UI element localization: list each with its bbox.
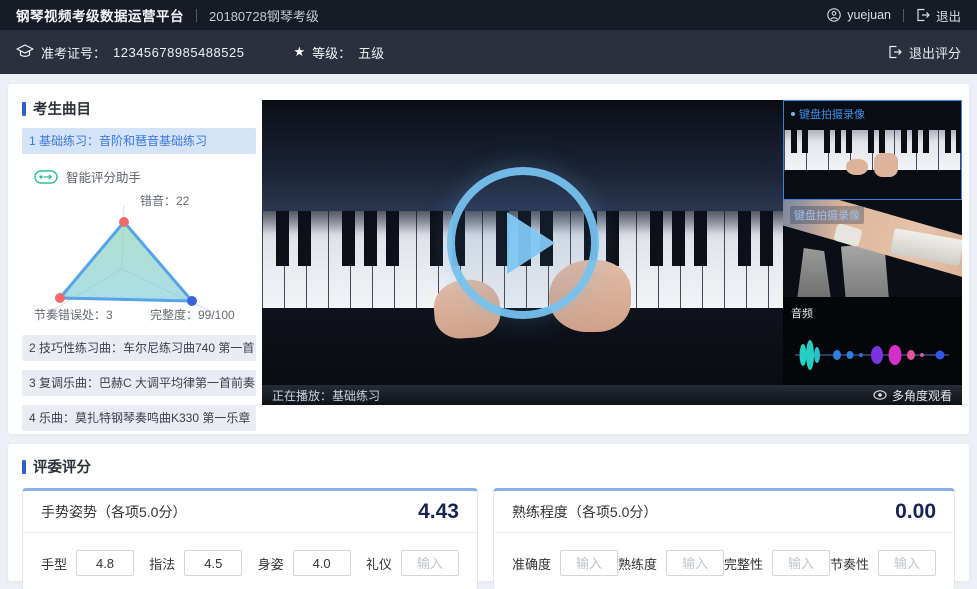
user-icon <box>827 8 841 22</box>
field-hand-shape: 手型 <box>41 550 134 576</box>
accuracy-input[interactable] <box>560 550 618 576</box>
assistant-icon <box>34 170 58 184</box>
song-item-3[interactable]: 3 复调乐曲：巴赫C 大调平均律第一首前奏曲 <box>22 370 256 396</box>
camera-thumb-keyboard-side[interactable]: 键盘拍摄录像 <box>783 200 962 297</box>
camera-thumb-keyboard-top[interactable]: 键盘拍摄录像 <box>783 100 962 200</box>
scoring-section-title: 评委评分 <box>22 456 955 477</box>
posture-input[interactable] <box>293 550 351 576</box>
score-card-total: 4.43 <box>418 500 459 524</box>
field-posture: 身姿 <box>258 550 351 576</box>
field-proficiency: 熟练度 <box>618 550 724 576</box>
exit-scoring-button[interactable]: 退出评分 <box>888 43 961 62</box>
playlist-sidebar: 考生曲目 1 基础练习：音阶和琶音基础练习 智能评分助手 <box>22 98 256 431</box>
video-status-bar: 正在播放：基础练习 多角度观看 <box>262 385 962 405</box>
app-root: 钢琴视频考级数据运营平台 20180728钢琴考级 yuejuan 退出 <box>0 0 977 589</box>
field-rhythm: 节奏性 <box>830 550 936 576</box>
assistant-title: 智能评分助手 <box>66 167 141 186</box>
radar-label-completeness: 完整度：99/100 <box>150 306 235 323</box>
score-card-title: 手势姿势（各项5.0分） <box>41 502 186 522</box>
play-button[interactable] <box>447 167 599 319</box>
field-accuracy: 准确度 <box>512 550 618 576</box>
logout-button[interactable]: 退出 <box>916 6 961 25</box>
smart-score-assistant: 智能评分助手 <box>22 154 256 326</box>
topbar: 钢琴视频考级数据运营平台 20180728钢琴考级 yuejuan 退出 <box>0 0 977 30</box>
song-item-2[interactable]: 2 技巧性练习曲：车尔尼练习曲740 第一首 <box>22 335 256 361</box>
rhythm-input[interactable] <box>878 550 936 576</box>
main-video[interactable] <box>262 100 783 385</box>
score-card-title: 熟练程度（各项5.0分） <box>512 502 657 522</box>
audio-label: 音频 <box>791 305 813 321</box>
active-dot-icon <box>791 112 795 116</box>
logout-label: 退出 <box>936 6 961 25</box>
user-menu[interactable]: yuejuan <box>827 8 891 22</box>
playlist-section-title: 考生曲目 <box>22 98 256 119</box>
radar-chart: 错音：22 节奏错误处：3 完整度：99/100 <box>22 188 256 324</box>
exam-panel: 考生曲目 1 基础练习：音阶和琶音基础练习 智能评分助手 <box>8 84 969 434</box>
user-name: yuejuan <box>847 8 891 22</box>
video-zone: 键盘拍摄录像 键盘拍摄录像 音频 <box>262 100 962 405</box>
section-accent-bar <box>22 460 26 474</box>
now-playing-label: 正在播放：基础练习 <box>272 387 380 404</box>
field-completeness: 完整性 <box>724 550 830 576</box>
song-item-1[interactable]: 1 基础练习：音阶和琶音基础练习 <box>22 128 256 154</box>
exit-scoring-icon <box>888 45 902 59</box>
audio-waveform <box>789 333 955 377</box>
radar-chart-svg <box>34 202 239 320</box>
play-icon <box>507 212 555 274</box>
exit-scoring-label: 退出评分 <box>909 43 961 62</box>
level-label: 等级： <box>312 43 351 62</box>
assistant-header: 智能评分助手 <box>34 167 256 186</box>
multi-angle-button[interactable]: 多角度观看 <box>873 387 952 404</box>
proficiency-input[interactable] <box>666 550 724 576</box>
field-etiquette: 礼仪 <box>366 550 459 576</box>
audio-track[interactable]: 音频 <box>783 297 962 385</box>
scoring-panel: 评委评分 手势姿势（各项5.0分） 4.43 手型 指法 <box>8 444 969 581</box>
topbar-divider-2 <box>903 9 904 22</box>
camera-2-label: 键盘拍摄录像 <box>790 206 864 224</box>
topbar-divider <box>196 9 197 22</box>
completeness-input[interactable] <box>772 550 830 576</box>
camera-panel: 键盘拍摄录像 键盘拍摄录像 音频 <box>783 100 962 385</box>
score-card-total: 0.00 <box>895 500 936 524</box>
level-star-icon: ★ <box>293 44 305 60</box>
score-card-proficiency: 熟练程度（各项5.0分） 0.00 准确度 熟练度 完整性 <box>493 488 955 589</box>
song-item-4[interactable]: 4 乐曲：莫扎特钢琴奏鸣曲K330 第一乐章 <box>22 405 256 431</box>
app-title: 钢琴视频考级数据运营平台 <box>16 5 184 25</box>
etiquette-input[interactable] <box>401 550 459 576</box>
eye-icon <box>873 389 887 401</box>
graduation-cap-icon <box>16 44 34 60</box>
section-accent-bar <box>22 102 26 116</box>
exam-info-bar: 准考证号： 12345678985488525 ★ 等级： 五级 退出评分 <box>0 30 977 74</box>
radar-label-rhythm-errors: 节奏错误处：3 <box>34 306 113 323</box>
logout-icon <box>916 8 930 22</box>
radar-label-wrong-notes: 错音：22 <box>140 192 189 209</box>
session-title: 20180728钢琴考级 <box>209 6 319 25</box>
ticket-label: 准考证号： <box>41 43 106 62</box>
fingering-input[interactable] <box>184 550 242 576</box>
camera-1-label: 键盘拍摄录像 <box>791 106 865 122</box>
field-fingering: 指法 <box>149 550 242 576</box>
level-value: 五级 <box>358 43 384 62</box>
thumb-keyboard <box>784 130 961 170</box>
score-card-gesture: 手势姿势（各项5.0分） 4.43 手型 指法 身姿 <box>22 488 478 589</box>
hand-shape-input[interactable] <box>76 550 134 576</box>
ticket-number: 12345678985488525 <box>113 45 244 60</box>
